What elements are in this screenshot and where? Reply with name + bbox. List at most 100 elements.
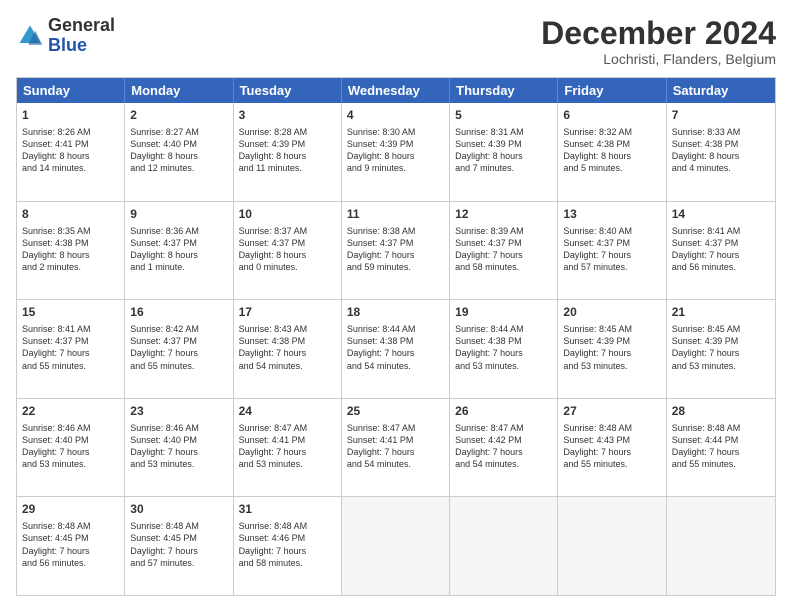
cal-cell-1-3: 3 Sunrise: 8:28 AM Sunset: 4:39 PM Daylig…: [234, 103, 342, 201]
day-info: Sunrise: 8:48 AM Sunset: 4:45 PM Dayligh…: [130, 520, 227, 569]
cal-cell-5-7: [667, 497, 775, 595]
day-number: 25: [347, 403, 444, 420]
day-number: 13: [563, 206, 660, 223]
day-number: 29: [22, 501, 119, 518]
day-number: 23: [130, 403, 227, 420]
calendar-row-3: 15 Sunrise: 8:41 AM Sunset: 4:37 PM Dayli…: [17, 299, 775, 398]
day-info: Sunrise: 8:47 AM Sunset: 4:42 PM Dayligh…: [455, 422, 552, 471]
header-tuesday: Tuesday: [234, 78, 342, 103]
day-info: Sunrise: 8:43 AM Sunset: 4:38 PM Dayligh…: [239, 323, 336, 372]
calendar-row-4: 22 Sunrise: 8:46 AM Sunset: 4:40 PM Dayli…: [17, 398, 775, 497]
day-number: 10: [239, 206, 336, 223]
cal-cell-1-1: 1Sunrise: 8:26 AM Sunset: 4:41 PM Daylig…: [17, 103, 125, 201]
header-friday: Friday: [558, 78, 666, 103]
day-number: 15: [22, 304, 119, 321]
cal-cell-1-2: 2 Sunrise: 8:27 AM Sunset: 4:40 PM Daylig…: [125, 103, 233, 201]
day-number: 24: [239, 403, 336, 420]
day-info: Sunrise: 8:48 AM Sunset: 4:44 PM Dayligh…: [672, 422, 770, 471]
location: Lochristi, Flanders, Belgium: [541, 51, 776, 67]
day-info: Sunrise: 8:48 AM Sunset: 4:45 PM Dayligh…: [22, 520, 119, 569]
day-number: 27: [563, 403, 660, 420]
header-thursday: Thursday: [450, 78, 558, 103]
day-number: 12: [455, 206, 552, 223]
day-info: Sunrise: 8:47 AM Sunset: 4:41 PM Dayligh…: [239, 422, 336, 471]
day-number: 18: [347, 304, 444, 321]
calendar-header: Sunday Monday Tuesday Wednesday Thursday…: [17, 78, 775, 103]
day-number: 8: [22, 206, 119, 223]
day-info: Sunrise: 8:41 AM Sunset: 4:37 PM Dayligh…: [22, 323, 119, 372]
day-info: Sunrise: 8:45 AM Sunset: 4:39 PM Dayligh…: [672, 323, 770, 372]
day-info: Sunrise: 8:42 AM Sunset: 4:37 PM Dayligh…: [130, 323, 227, 372]
cal-cell-5-4: [342, 497, 450, 595]
day-info: Sunrise: 8:45 AM Sunset: 4:39 PM Dayligh…: [563, 323, 660, 372]
day-number: 14: [672, 206, 770, 223]
cal-cell-4-1: 22 Sunrise: 8:46 AM Sunset: 4:40 PM Dayli…: [17, 399, 125, 497]
cal-cell-1-4: 4 Sunrise: 8:30 AM Sunset: 4:39 PM Daylig…: [342, 103, 450, 201]
cal-cell-4-3: 24 Sunrise: 8:47 AM Sunset: 4:41 PM Dayli…: [234, 399, 342, 497]
day-info: Sunrise: 8:40 AM Sunset: 4:37 PM Dayligh…: [563, 225, 660, 274]
day-number: 19: [455, 304, 552, 321]
cal-cell-5-5: [450, 497, 558, 595]
cal-cell-5-6: [558, 497, 666, 595]
cal-cell-2-3: 10 Sunrise: 8:37 AM Sunset: 4:37 PM Dayli…: [234, 202, 342, 300]
day-info: Sunrise: 8:44 AM Sunset: 4:38 PM Dayligh…: [455, 323, 552, 372]
day-info: Sunrise: 8:33 AM Sunset: 4:38 PM Dayligh…: [672, 126, 770, 175]
day-info: Sunrise: 8:28 AM Sunset: 4:39 PM Dayligh…: [239, 126, 336, 175]
day-info: Sunrise: 8:30 AM Sunset: 4:39 PM Dayligh…: [347, 126, 444, 175]
cal-cell-3-5: 19 Sunrise: 8:44 AM Sunset: 4:38 PM Dayli…: [450, 300, 558, 398]
cal-cell-4-5: 26 Sunrise: 8:47 AM Sunset: 4:42 PM Dayli…: [450, 399, 558, 497]
day-info: Sunrise: 8:27 AM Sunset: 4:40 PM Dayligh…: [130, 126, 227, 175]
page: General Blue December 2024 Lochristi, Fl…: [0, 0, 792, 612]
cal-cell-2-5: 12Sunrise: 8:39 AM Sunset: 4:37 PM Dayli…: [450, 202, 558, 300]
cal-cell-4-4: 25 Sunrise: 8:47 AM Sunset: 4:41 PM Dayli…: [342, 399, 450, 497]
day-number: 16: [130, 304, 227, 321]
cal-cell-3-6: 20 Sunrise: 8:45 AM Sunset: 4:39 PM Dayli…: [558, 300, 666, 398]
cal-cell-5-2: 30Sunrise: 8:48 AM Sunset: 4:45 PM Dayli…: [125, 497, 233, 595]
cal-cell-2-1: 8 Sunrise: 8:35 AM Sunset: 4:38 PM Daylig…: [17, 202, 125, 300]
cal-cell-4-7: 28Sunrise: 8:48 AM Sunset: 4:44 PM Dayli…: [667, 399, 775, 497]
day-number: 3: [239, 107, 336, 124]
day-info: Sunrise: 8:46 AM Sunset: 4:40 PM Dayligh…: [22, 422, 119, 471]
day-info: Sunrise: 8:35 AM Sunset: 4:38 PM Dayligh…: [22, 225, 119, 274]
cal-cell-2-2: 9 Sunrise: 8:36 AM Sunset: 4:37 PM Daylig…: [125, 202, 233, 300]
calendar-row-1: 1Sunrise: 8:26 AM Sunset: 4:41 PM Daylig…: [17, 103, 775, 201]
day-info: Sunrise: 8:48 AM Sunset: 4:46 PM Dayligh…: [239, 520, 336, 569]
cal-cell-1-7: 7 Sunrise: 8:33 AM Sunset: 4:38 PM Daylig…: [667, 103, 775, 201]
day-info: Sunrise: 8:37 AM Sunset: 4:37 PM Dayligh…: [239, 225, 336, 274]
day-number: 21: [672, 304, 770, 321]
cal-cell-1-5: 5Sunrise: 8:31 AM Sunset: 4:39 PM Daylig…: [450, 103, 558, 201]
day-info: Sunrise: 8:48 AM Sunset: 4:43 PM Dayligh…: [563, 422, 660, 471]
cal-cell-3-1: 15 Sunrise: 8:41 AM Sunset: 4:37 PM Dayli…: [17, 300, 125, 398]
title-block: December 2024 Lochristi, Flanders, Belgi…: [541, 16, 776, 67]
day-info: Sunrise: 8:46 AM Sunset: 4:40 PM Dayligh…: [130, 422, 227, 471]
header-monday: Monday: [125, 78, 233, 103]
day-number: 17: [239, 304, 336, 321]
cal-cell-3-4: 18 Sunrise: 8:44 AM Sunset: 4:38 PM Dayli…: [342, 300, 450, 398]
day-number: 1: [22, 107, 119, 124]
calendar-row-5: 29 Sunrise: 8:48 AM Sunset: 4:45 PM Dayli…: [17, 496, 775, 595]
cal-cell-3-2: 16 Sunrise: 8:42 AM Sunset: 4:37 PM Dayli…: [125, 300, 233, 398]
day-number: 26: [455, 403, 552, 420]
header-wednesday: Wednesday: [342, 78, 450, 103]
logo-text: General Blue: [48, 16, 115, 56]
header: General Blue December 2024 Lochristi, Fl…: [16, 16, 776, 67]
cal-cell-1-6: 6 Sunrise: 8:32 AM Sunset: 4:38 PM Daylig…: [558, 103, 666, 201]
day-info: Sunrise: 8:47 AM Sunset: 4:41 PM Dayligh…: [347, 422, 444, 471]
day-number: 11: [347, 206, 444, 223]
day-info: Sunrise: 8:32 AM Sunset: 4:38 PM Dayligh…: [563, 126, 660, 175]
day-info: Sunrise: 8:44 AM Sunset: 4:38 PM Dayligh…: [347, 323, 444, 372]
day-info: Sunrise: 8:36 AM Sunset: 4:37 PM Dayligh…: [130, 225, 227, 274]
header-sunday: Sunday: [17, 78, 125, 103]
day-number: 20: [563, 304, 660, 321]
logo-blue: Blue: [48, 35, 87, 55]
day-number: 9: [130, 206, 227, 223]
day-number: 22: [22, 403, 119, 420]
day-number: 6: [563, 107, 660, 124]
day-number: 4: [347, 107, 444, 124]
day-number: 2: [130, 107, 227, 124]
month-title: December 2024: [541, 16, 776, 51]
cal-cell-5-1: 29 Sunrise: 8:48 AM Sunset: 4:45 PM Dayli…: [17, 497, 125, 595]
calendar-body: 1Sunrise: 8:26 AM Sunset: 4:41 PM Daylig…: [17, 103, 775, 595]
day-info: Sunrise: 8:31 AM Sunset: 4:39 PM Dayligh…: [455, 126, 552, 175]
day-number: 7: [672, 107, 770, 124]
